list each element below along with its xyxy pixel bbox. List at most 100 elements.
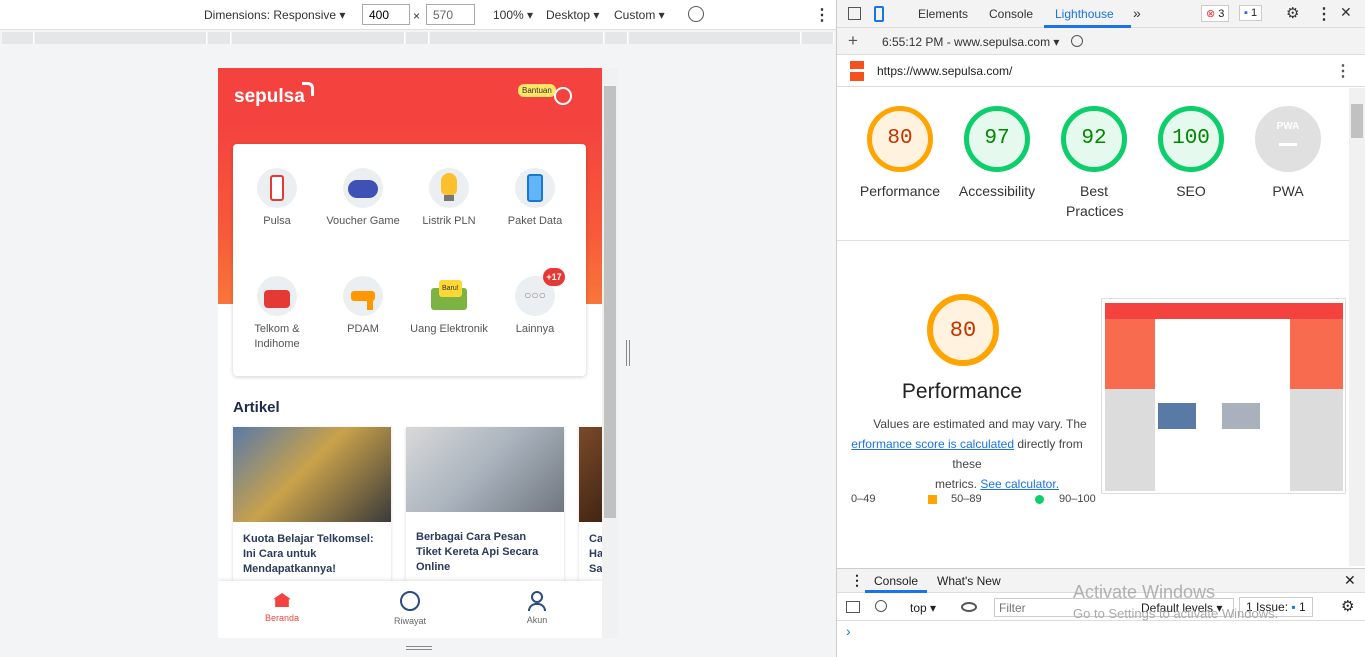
resize-handle-bottom[interactable] <box>406 646 432 650</box>
media-query-ruler <box>0 30 836 46</box>
service-pdam[interactable]: PDAM <box>323 276 403 337</box>
eye-icon[interactable] <box>961 602 977 612</box>
help-badge[interactable]: Bantuan <box>518 84 556 97</box>
calculator-link[interactable]: See calculator. <box>980 477 1059 491</box>
console-prompt[interactable]: › <box>846 623 851 639</box>
article-card[interactable]: Kuota Belajar Telkomsel: Ini Cara untuk … <box>233 427 391 587</box>
throttle-select[interactable]: Custom ▾ <box>614 8 665 22</box>
performance-description: Values are estimated and may vary. The e… <box>837 414 1097 494</box>
article-title: Ca Ha Sa <box>589 533 602 575</box>
message-icon: ▪ <box>1244 7 1248 19</box>
drawer-tab-console[interactable]: Console <box>874 574 918 588</box>
report-menu-icon[interactable]: ⋮ <box>1335 61 1351 81</box>
service-listrik-pln[interactable]: Listrik PLN <box>409 168 489 229</box>
inspect-icon[interactable] <box>848 7 861 20</box>
legend-pass: 90–100 <box>1059 493 1096 505</box>
report-time: 6:55:12 PM - www.sepulsa.com <box>882 35 1051 49</box>
context-label: top <box>910 601 927 615</box>
dimensions-select[interactable]: Dimensions: Responsive ▾ <box>204 8 345 22</box>
devtools-panel: Elements Console Lighthouse » ⊗ 3 ▪ 1 ⚙ … <box>836 0 1365 657</box>
report-select[interactable]: 6:55:12 PM - www.sepulsa.com ▾ <box>882 35 1059 49</box>
gauge-label: Accessibility <box>958 183 1036 199</box>
gauge-label: Performance <box>859 183 941 199</box>
report-url[interactable]: https://www.sepulsa.com/ <box>877 64 1012 78</box>
pwa-gauge[interactable]: PWA <box>1255 106 1321 172</box>
nav-beranda[interactable]: Beranda <box>242 593 322 623</box>
message-count: 1 <box>1250 7 1258 19</box>
pwa-icon: PWA <box>1276 121 1300 132</box>
sepulsa-logo[interactable]: sepulsa <box>234 86 305 108</box>
close-devtools-icon[interactable]: ✕ <box>1340 4 1352 21</box>
more-tabs-icon[interactable]: » <box>1133 5 1141 21</box>
score-calc-link[interactable]: erformance score is calculated <box>851 437 1014 451</box>
console-settings-icon[interactable]: ⚙ <box>1341 597 1354 615</box>
count-badge: +17 <box>543 268 565 286</box>
device-mode-select[interactable]: Desktop ▾ <box>546 8 599 22</box>
message-counter[interactable]: ▪ 1 <box>1239 5 1263 21</box>
tab-console[interactable]: Console <box>989 7 1033 21</box>
drawer-menu-icon[interactable]: ⋮ <box>850 572 864 589</box>
perf-desc-line1: Values are estimated and may vary. The <box>873 417 1087 431</box>
issue-count: 1 <box>1298 600 1306 614</box>
service-voucher-game[interactable]: Voucher Game <box>323 168 403 229</box>
gauge-value: 97 <box>984 127 1010 150</box>
new-report-icon[interactable]: + <box>848 31 858 51</box>
performance-gauge[interactable]: 80 <box>867 106 933 172</box>
device-emulation-pane: Dimensions: Responsive ▾ × 100% ▾ Deskto… <box>0 0 836 657</box>
section-divider <box>837 240 1349 241</box>
best-practices-gauge[interactable]: 92 <box>1061 106 1127 172</box>
service-lainnya[interactable]: ○○○ +17 Lainnya <box>495 268 575 337</box>
user-icon <box>531 591 543 603</box>
width-input[interactable] <box>362 4 410 25</box>
bottom-nav: Beranda Riwayat Akun <box>218 581 602 638</box>
legend-average: 50–89 <box>951 493 982 505</box>
clear-console-icon[interactable] <box>875 600 887 612</box>
logo-mark-icon <box>302 82 314 96</box>
error-icon: ⊗ <box>1206 8 1216 20</box>
nav-akun[interactable]: Akun <box>497 591 577 625</box>
performance-big-gauge: 80 <box>927 294 999 366</box>
report-scrollbar-thumb[interactable] <box>1351 104 1363 138</box>
chat-icon[interactable] <box>554 87 572 105</box>
close-drawer-icon[interactable]: ✕ <box>1344 572 1356 589</box>
rotate-icon[interactable] <box>688 6 704 22</box>
app-header: sepulsa Bantuan <box>218 68 602 124</box>
mobile-viewport: sepulsa Bantuan Pulsa Voucher Game Listr… <box>218 68 602 638</box>
e-money-icon: Baru! <box>429 276 469 316</box>
seo-gauge[interactable]: 100 <box>1158 106 1224 172</box>
activate-windows-subtitle: Go to Settings to activate Windows. <box>1073 606 1279 621</box>
tab-lighthouse[interactable]: Lighthouse <box>1055 7 1114 21</box>
article-card[interactable]: Berbagai Cara Pesan Tiket Kereta Api Sec… <box>406 427 564 587</box>
zoom-select[interactable]: 100% ▾ <box>493 8 533 22</box>
clear-icon[interactable] <box>1071 35 1083 47</box>
height-input[interactable] <box>426 4 475 25</box>
report-scrollbar[interactable] <box>1349 88 1365 566</box>
devtools-menu-icon[interactable]: ⋮ <box>1316 4 1332 24</box>
service-uang-elektronik[interactable]: Baru! Uang Elektronik <box>409 276 489 337</box>
gauge-label: Best Practices <box>1066 183 1124 219</box>
viewport-scrollbar-thumb[interactable] <box>604 86 616 518</box>
service-telkom-indihome[interactable]: Telkom & Indihome <box>237 276 317 352</box>
service-paket-data[interactable]: Paket Data <box>495 168 575 229</box>
sidebar-toggle-icon[interactable] <box>846 601 860 613</box>
nav-riwayat[interactable]: Riwayat <box>370 591 450 626</box>
more-options-icon[interactable]: ⋮ <box>814 5 830 25</box>
page-screenshot-thumbnail[interactable] <box>1101 298 1346 494</box>
article-card[interactable]: Ca Ha Sa <box>579 427 602 587</box>
phone-icon <box>257 168 297 208</box>
device-toggle-icon[interactable] <box>874 6 884 22</box>
service-label: Pulsa <box>263 215 291 227</box>
accessibility-gauge[interactable]: 97 <box>964 106 1030 172</box>
service-pulsa[interactable]: Pulsa <box>237 168 317 229</box>
lightbulb-icon <box>429 168 469 208</box>
tab-elements[interactable]: Elements <box>918 7 968 21</box>
gauge-value: 80 <box>949 318 977 343</box>
resize-handle-right[interactable] <box>626 340 630 366</box>
new-badge: Baru! <box>439 280 462 297</box>
drawer-tab-whats-new[interactable]: What's New <box>937 574 1001 588</box>
settings-gear-icon[interactable]: ⚙ <box>1286 4 1299 22</box>
context-select[interactable]: top ▾ <box>910 601 936 615</box>
service-label: Voucher Game <box>326 215 400 227</box>
error-counter[interactable]: ⊗ 3 <box>1201 5 1230 22</box>
lighthouse-logo-icon <box>850 61 864 81</box>
